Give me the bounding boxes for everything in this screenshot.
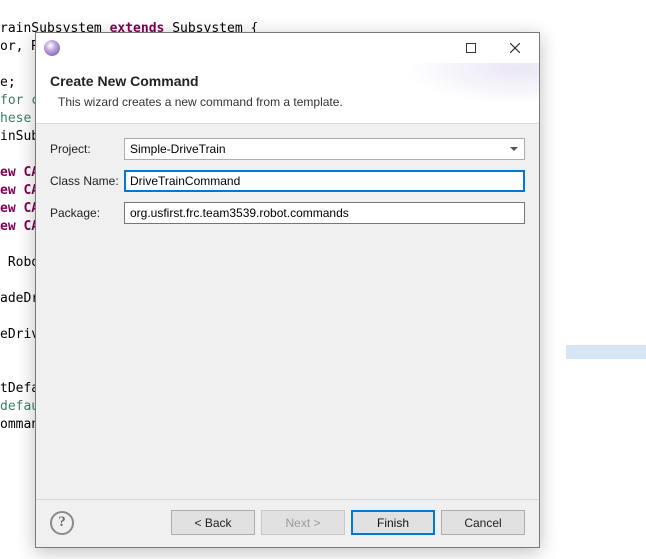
eclipse-icon — [44, 40, 60, 56]
package-label: Package: — [50, 206, 124, 220]
classname-label: Class Name: — [50, 174, 124, 188]
maximize-button[interactable] — [449, 34, 493, 62]
dialog-form: Project: Simple-DriveTrain Class Name: P… — [36, 124, 539, 234]
create-command-dialog: Create New Command This wizard creates a… — [35, 32, 540, 548]
dialog-header: Create New Command This wizard creates a… — [36, 63, 539, 124]
project-select-value: Simple-DriveTrain — [130, 142, 226, 156]
dialog-title: Create New Command — [50, 73, 525, 89]
package-input[interactable] — [124, 202, 525, 224]
help-button[interactable]: ? — [50, 511, 74, 535]
dialog-subtitle: This wizard creates a new command from a… — [58, 95, 525, 109]
next-button: Next > — [261, 510, 345, 535]
cancel-button[interactable]: Cancel — [441, 510, 525, 535]
dialog-titlebar[interactable] — [36, 33, 539, 63]
dialog-footer: ? < Back Next > Finish Cancel — [36, 499, 539, 547]
project-select[interactable]: Simple-DriveTrain — [124, 138, 525, 160]
project-label: Project: — [50, 142, 124, 156]
classname-input[interactable] — [124, 170, 525, 192]
back-button[interactable]: < Back — [171, 510, 255, 535]
close-button[interactable] — [493, 34, 537, 62]
finish-button[interactable]: Finish — [351, 510, 435, 535]
editor-highlight-marker — [566, 345, 646, 359]
